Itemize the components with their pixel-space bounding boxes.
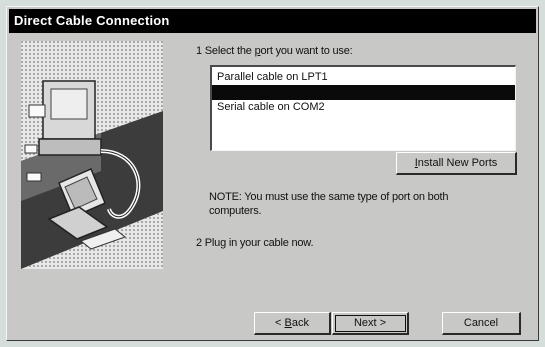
next-button[interactable]: Next >	[332, 312, 409, 335]
install-new-ports-button[interactable]: Install New Ports	[396, 152, 517, 175]
list-item-com2[interactable]: Serial cable on COM2	[212, 100, 515, 115]
port-list[interactable]: Parallel cable on LPT1 Serial cable on C…	[210, 65, 516, 151]
cancel-button[interactable]: Cancel	[442, 312, 521, 335]
window-title: Direct Cable Connection	[14, 13, 170, 28]
list-item-selected[interactable]	[212, 85, 515, 100]
back-button[interactable]: < Back	[254, 312, 331, 335]
list-item-lpt1[interactable]: Parallel cable on LPT1	[212, 70, 515, 85]
step1-instruction: 1 Select the port you want to use:	[196, 45, 353, 57]
step2-instruction: 2 Plug in your cable now.	[196, 237, 314, 249]
note-line-2: computers.	[209, 205, 262, 217]
title-bar[interactable]: Direct Cable Connection	[9, 9, 536, 33]
cable-connection-illustration	[21, 41, 163, 269]
dialog-window: Direct Cable Connection 1 Select the por…	[6, 6, 539, 341]
note-line-1: NOTE: You must use the same type of port…	[209, 191, 449, 203]
